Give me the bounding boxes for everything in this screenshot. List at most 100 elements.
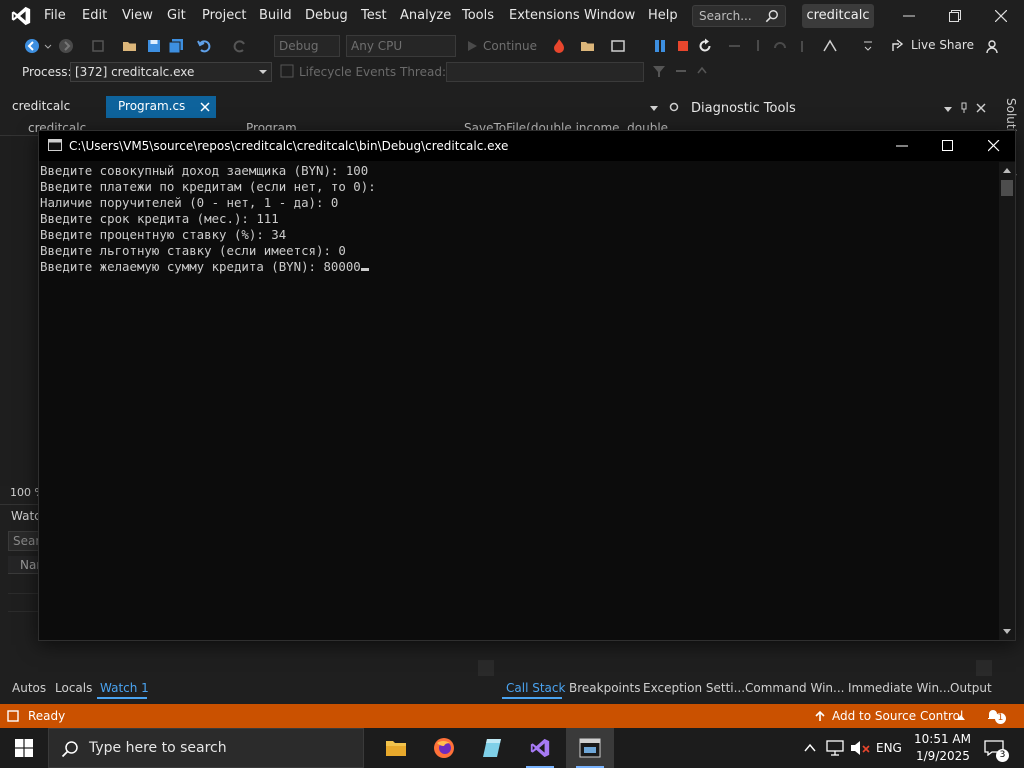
continue-icon[interactable] xyxy=(464,38,480,54)
hot-reload-icon[interactable] xyxy=(551,38,567,54)
menu-build[interactable]: Build xyxy=(259,8,292,23)
thread-dropdown[interactable] xyxy=(446,62,644,82)
notifications-button[interactable]: 1 xyxy=(986,708,1008,724)
taskbar-file-explorer[interactable] xyxy=(372,728,420,768)
console-input-line[interactable]: Введите желаемую сумму кредита (BYN): 80… xyxy=(40,259,1001,275)
console-maximize-button[interactable] xyxy=(925,131,971,161)
menu-help[interactable]: Help xyxy=(648,8,678,23)
console-close-button[interactable] xyxy=(971,131,1017,161)
tab-call-stack[interactable]: Call Stack xyxy=(506,681,565,695)
taskbar-notepad-app[interactable] xyxy=(468,728,516,768)
menu-window[interactable]: Window xyxy=(584,8,635,23)
close-icon[interactable] xyxy=(198,100,212,114)
start-button[interactable] xyxy=(0,728,48,768)
vs-restore-button[interactable] xyxy=(932,0,978,32)
tab-program-cs[interactable]: Program.cs xyxy=(106,96,216,118)
show-threads-icon[interactable] xyxy=(822,38,838,54)
back-icon[interactable] xyxy=(24,38,40,54)
undo-icon[interactable] xyxy=(196,38,212,54)
volume-muted-icon[interactable] xyxy=(850,740,870,756)
step-into-icon[interactable] xyxy=(750,38,766,54)
open-folder-icon[interactable] xyxy=(122,38,138,54)
stack-frame-icon[interactable] xyxy=(674,64,688,78)
new-project-icon[interactable] xyxy=(90,38,106,54)
taskbar-console-app[interactable] xyxy=(566,728,614,768)
redo-icon[interactable] xyxy=(232,38,248,54)
input-language-indicator[interactable]: ENG xyxy=(876,741,902,755)
tab-watch-1[interactable]: Watch 1 xyxy=(100,681,149,695)
taskbar-visual-studio[interactable] xyxy=(516,728,564,768)
console-output[interactable]: Введите совокупный доход заемщика (BYN):… xyxy=(39,163,1001,639)
menu-git[interactable]: Git xyxy=(167,8,186,23)
clock-time[interactable]: 10:51 AM xyxy=(914,732,971,746)
menu-view[interactable]: View xyxy=(122,8,153,23)
scroll-up-icon[interactable] xyxy=(1002,166,1012,174)
menu-project[interactable]: Project xyxy=(202,8,246,23)
browse-folder-icon[interactable] xyxy=(580,38,596,54)
feedback-icon[interactable] xyxy=(986,38,1002,54)
configuration-dropdown[interactable]: Debug xyxy=(274,35,340,57)
menu-analyze[interactable]: Analyze xyxy=(400,8,451,23)
pause-icon[interactable] xyxy=(652,38,668,54)
vs-minimize-button[interactable] xyxy=(886,0,932,32)
menu-debug[interactable]: Debug xyxy=(305,8,348,23)
watch-scroll-down[interactable] xyxy=(478,660,494,676)
filter-icon[interactable] xyxy=(652,64,666,78)
tab-creditcalc[interactable]: creditcalc xyxy=(0,96,82,118)
lifecycle-events-icon[interactable] xyxy=(280,64,294,78)
console-title-bar[interactable]: C:\Users\VM5\source\repos\creditcalc\cre… xyxy=(39,131,1015,161)
live-share-button[interactable]: Live Share xyxy=(911,38,974,52)
live-share-icon[interactable] xyxy=(890,38,906,54)
menu-edit[interactable]: Edit xyxy=(82,8,107,23)
pin-icon[interactable] xyxy=(958,102,970,114)
step-over-icon[interactable] xyxy=(727,38,743,54)
action-center-button[interactable]: 3 xyxy=(980,736,1010,762)
settings-icon[interactable] xyxy=(668,101,680,113)
step-back-icon[interactable] xyxy=(772,38,788,54)
chevron-up-icon[interactable] xyxy=(804,743,816,753)
tab-overflow-icon[interactable] xyxy=(648,102,660,114)
clock-date[interactable]: 1/9/2025 xyxy=(916,749,970,763)
chevron-down-icon[interactable] xyxy=(44,38,52,54)
scroll-down-icon[interactable] xyxy=(1002,628,1012,636)
lifecycle-events-button[interactable]: Lifecycle Events xyxy=(299,65,396,79)
step-out-icon[interactable] xyxy=(794,38,810,54)
tab-breakpoints[interactable]: Breakpoints xyxy=(569,681,640,695)
restart-icon[interactable] xyxy=(697,38,713,54)
tab-output[interactable]: Output xyxy=(950,681,992,695)
menu-extensions[interactable]: Extensions xyxy=(509,8,580,23)
forward-icon[interactable] xyxy=(58,38,74,54)
console-minimize-button[interactable] xyxy=(879,131,925,161)
menu-test[interactable]: Test xyxy=(361,8,387,23)
close-icon[interactable] xyxy=(975,102,987,114)
console-window[interactable]: C:\Users\VM5\source\repos\creditcalc\cre… xyxy=(38,130,1016,641)
continue-button[interactable]: Continue xyxy=(483,39,537,53)
process-dropdown[interactable]: [372] creditcalc.exe xyxy=(70,62,272,82)
scrollbar-thumb[interactable] xyxy=(1001,180,1013,196)
tab-immediate-window[interactable]: Immediate Win... xyxy=(848,681,951,695)
taskbar-firefox[interactable] xyxy=(420,728,468,768)
add-to-source-control-button[interactable]: Add to Source Control xyxy=(832,709,963,723)
vs-close-button[interactable] xyxy=(978,0,1024,32)
callstack-scroll-down[interactable] xyxy=(976,660,992,676)
restore-icon xyxy=(949,10,961,22)
menu-tools[interactable]: Tools xyxy=(462,8,494,23)
panel-options-icon[interactable] xyxy=(942,103,954,115)
save-icon[interactable] xyxy=(146,38,162,54)
tab-exception-settings[interactable]: Exception Setti... xyxy=(643,681,745,695)
screenshot-icon[interactable] xyxy=(610,38,626,54)
toolbar-options-icon[interactable] xyxy=(860,38,876,54)
stop-icon[interactable] xyxy=(675,38,691,54)
tab-autos[interactable]: Autos xyxy=(12,681,46,695)
menu-file[interactable]: File xyxy=(44,8,66,23)
platform-dropdown[interactable]: Any CPU xyxy=(346,35,456,57)
save-all-icon[interactable] xyxy=(168,38,184,54)
tab-command-window[interactable]: Command Win... xyxy=(745,681,844,695)
console-line: Введите совокупный доход заемщика (BYN):… xyxy=(40,163,369,178)
toggle-flags-icon[interactable] xyxy=(696,64,710,78)
search-box[interactable]: Search... xyxy=(692,5,786,27)
console-scrollbar[interactable] xyxy=(999,162,1015,640)
tab-locals[interactable]: Locals xyxy=(55,681,92,695)
taskbar-search-box[interactable]: Type here to search xyxy=(48,728,364,768)
network-icon[interactable] xyxy=(826,740,844,756)
